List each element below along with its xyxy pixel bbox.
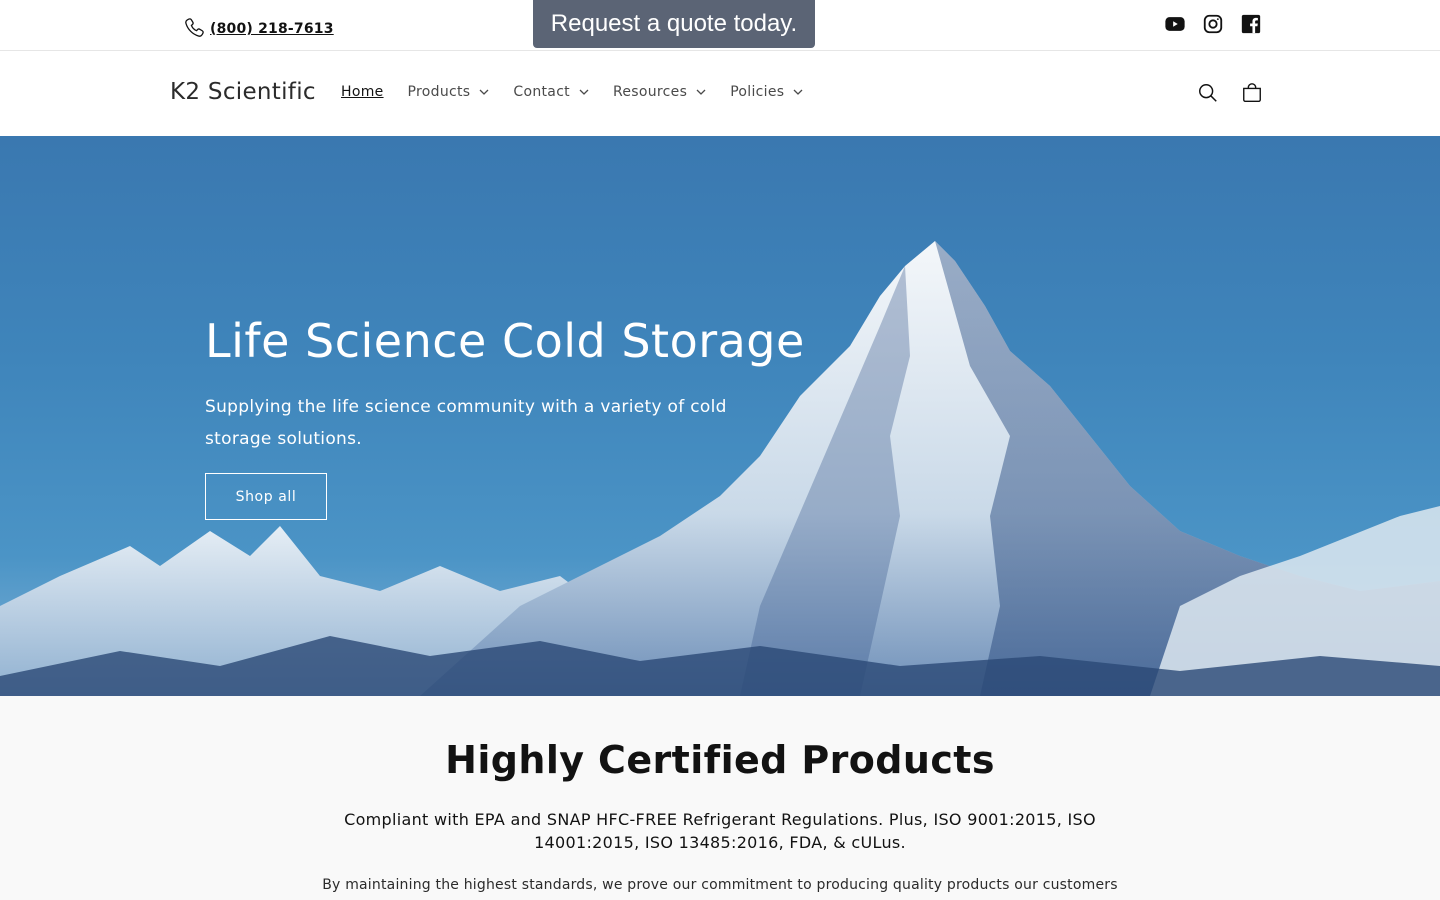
nav-item-label: Products (407, 84, 471, 100)
main-nav: Home Products Contact Resources Policies (341, 84, 803, 100)
youtube-icon[interactable] (1163, 12, 1187, 36)
hero-subtitle: Supplying the life science community wit… (205, 397, 727, 449)
site-header: K2 Scientific Home Products Contact Reso… (0, 51, 1440, 136)
chevron-down-icon (696, 89, 706, 95)
standards-text: By maintaining the highest standards, we… (322, 877, 1118, 900)
announcement-bar: (800) 218-7613 Request a quote today. (0, 0, 1440, 51)
nav-item-products[interactable]: Products (408, 84, 490, 100)
request-quote-button[interactable]: Request a quote today. (533, 0, 815, 48)
chevron-down-icon (479, 89, 489, 95)
instagram-icon[interactable] (1201, 12, 1225, 36)
facebook-icon[interactable] (1239, 12, 1263, 36)
phone-number[interactable]: (800) 218-7613 (210, 21, 334, 37)
search-icon[interactable] (1196, 81, 1220, 105)
nav-item-home[interactable]: Home (341, 84, 384, 100)
phone-link[interactable]: (800) 218-7613 (184, 16, 334, 42)
cart-icon[interactable] (1240, 81, 1264, 105)
section-title: Highly Certified Products (445, 738, 995, 782)
shop-all-button[interactable]: Shop all (205, 473, 327, 520)
certified-products-section: Highly Certified Products Compliant with… (0, 696, 1440, 900)
certification-text: Compliant with EPA and SNAP HFC-FREE Ref… (344, 810, 1096, 852)
nav-item-label: Policies (730, 84, 785, 100)
chevron-down-icon (793, 89, 803, 95)
nav-item-policies[interactable]: Policies (730, 84, 803, 100)
site-logo[interactable]: K2 Scientific (170, 79, 316, 105)
nav-item-resources[interactable]: Resources (613, 84, 706, 100)
hero-title: Life Science Cold Storage (205, 314, 805, 368)
phone-icon (184, 16, 206, 42)
nav-item-label: Resources (612, 84, 688, 100)
chevron-down-icon (579, 89, 589, 95)
nav-item-label: Contact (513, 84, 570, 100)
nav-item-contact[interactable]: Contact (513, 84, 589, 100)
hero-banner: Life Science Cold Storage Supplying the … (0, 136, 1440, 696)
